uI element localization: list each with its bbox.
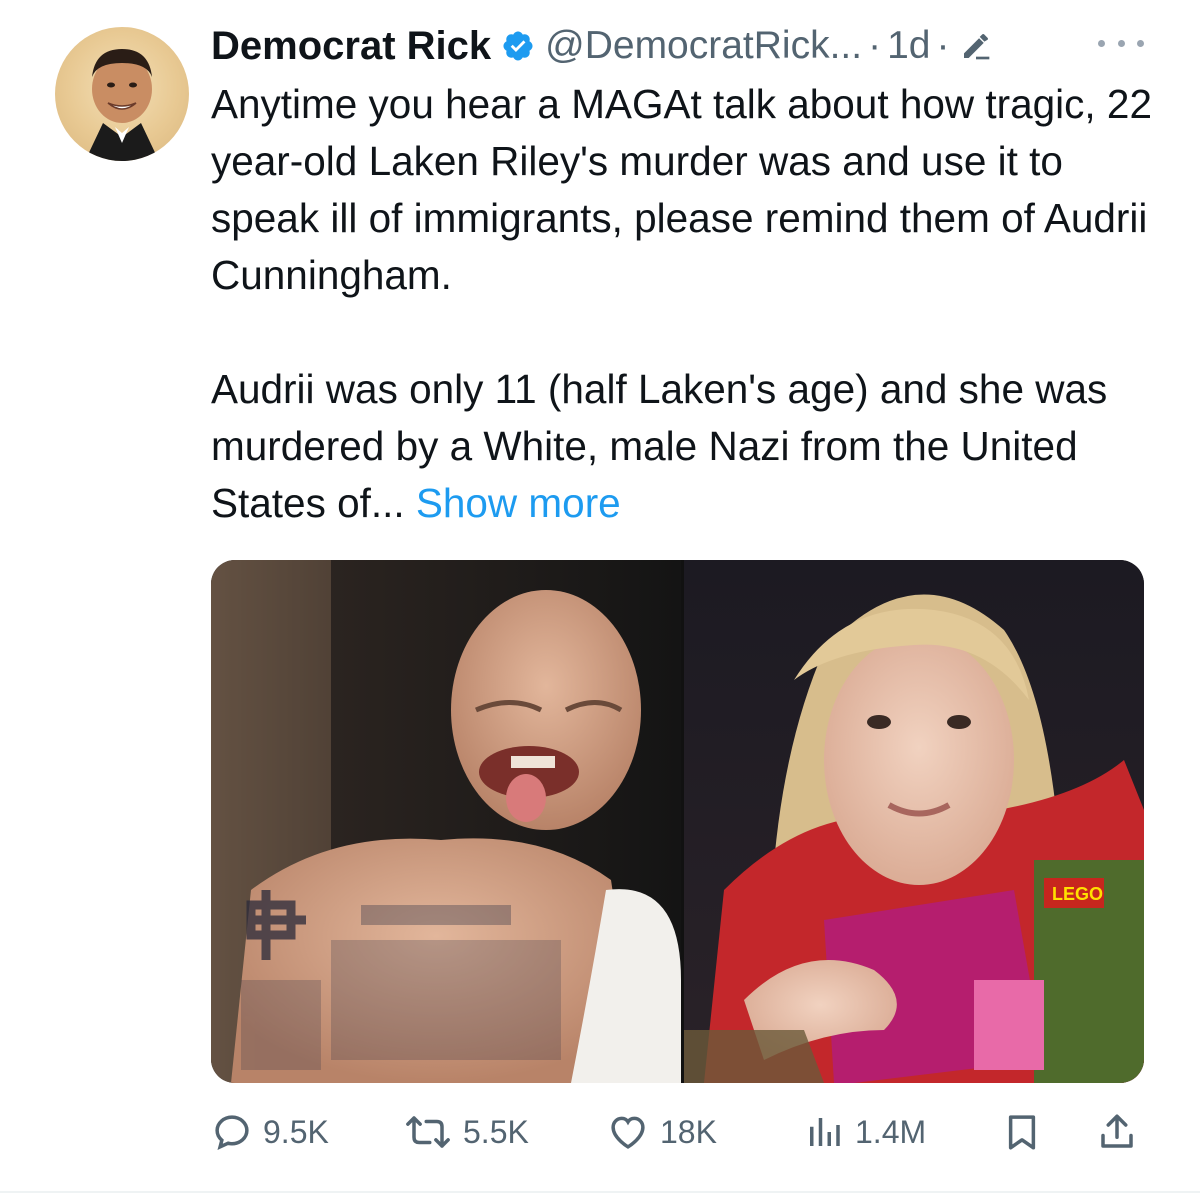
girl-with-lego-box-photo: LEGO (684, 560, 1144, 1083)
lego-box-label: LEGO (1052, 884, 1103, 904)
post-actions: 9.5K 5.5K 18K 1.4M (211, 1106, 1144, 1158)
post-paragraph-2-text: Audrii was only 11 (half Laken's age) an… (211, 366, 1108, 526)
post-age[interactable]: 1d (887, 24, 930, 68)
post-text: Anytime you hear a MAGAt talk about how … (211, 76, 1171, 532)
author-avatar[interactable] (55, 27, 189, 161)
post-header: Democrat Rick @DemocratRick... · 1d · (211, 18, 992, 74)
post-paragraph-1: Anytime you hear a MAGAt talk about how … (211, 81, 1152, 298)
shirtless-man-photo (211, 560, 681, 1083)
share-icon (1101, 1114, 1133, 1148)
heart-icon (611, 1116, 645, 1149)
repost-button[interactable]: 5.5K (403, 1106, 529, 1158)
like-button[interactable]: 18K (606, 1106, 717, 1158)
repost-count: 5.5K (463, 1113, 529, 1150)
verified-badge-icon (503, 31, 533, 61)
reply-icon (215, 1115, 249, 1151)
separator-dot: · (936, 24, 950, 67)
view-count: 1.4M (855, 1113, 927, 1150)
separator-dot: · (868, 24, 882, 67)
repost-icon (406, 1116, 450, 1148)
show-more-link[interactable]: Show more (416, 480, 621, 526)
author-name[interactable]: Democrat Rick (211, 24, 491, 69)
bookmark-button[interactable] (1001, 1106, 1043, 1158)
post-media[interactable]: LEGO (211, 560, 1144, 1083)
media-photo-left[interactable] (211, 560, 681, 1083)
more-options-icon[interactable] (1098, 28, 1144, 58)
edit-pencil-icon[interactable] (960, 30, 992, 62)
tweet[interactable]: Democrat Rick @DemocratRick... · 1d · An… (0, 0, 1200, 1193)
avatar-caricature-image (85, 49, 159, 161)
reply-button[interactable]: 9.5K (211, 1106, 329, 1158)
bookmark-icon (1008, 1115, 1036, 1150)
views-button[interactable]: 1.4M (803, 1106, 926, 1158)
media-photo-right[interactable]: LEGO (684, 560, 1144, 1083)
author-handle[interactable]: @DemocratRick... (545, 24, 862, 68)
share-button[interactable] (1096, 1106, 1138, 1158)
like-count: 18K (660, 1113, 717, 1150)
post-paragraph-2: Audrii was only 11 (half Laken's age) an… (211, 361, 1171, 532)
reply-count: 9.5K (263, 1113, 329, 1150)
analytics-icon (810, 1118, 840, 1146)
